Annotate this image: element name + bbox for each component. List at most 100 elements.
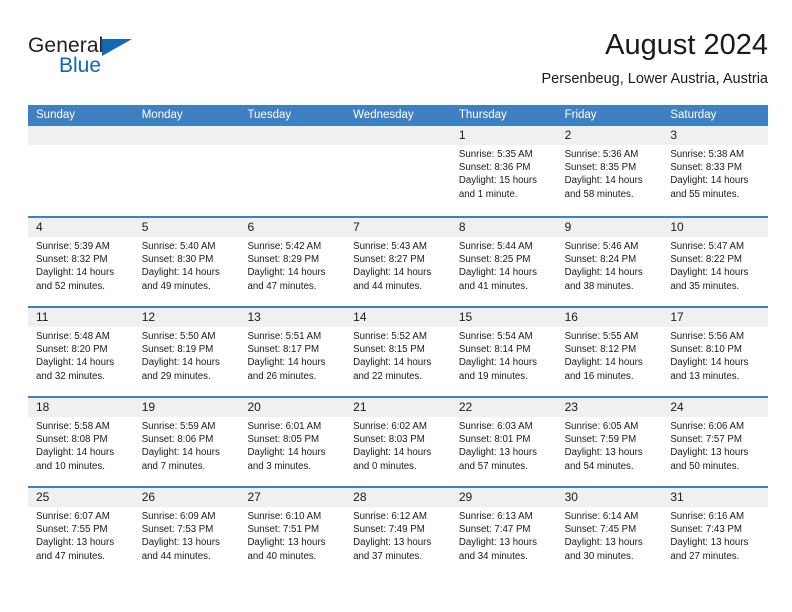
daylight-duration: Daylight: 14 hours and 22 minutes.	[353, 357, 432, 382]
calendar-day-cell[interactable]: 17 Sunrise: 5:56 AM Sunset: 8:10 PM Dayligh…	[662, 308, 769, 396]
day-sun-info: Sunrise: 5:40 AM Sunset: 8:30 PM Daylight:…	[134, 237, 240, 293]
day-sun-info: Sunrise: 5:48 AM Sunset: 8:20 PM Daylight:…	[28, 327, 134, 383]
sunrise-time: Sunrise: 6:10 AM	[247, 511, 322, 522]
calendar-day-cell[interactable]: 16 Sunrise: 5:55 AM Sunset: 8:12 PM Dayligh…	[556, 308, 663, 396]
day-number: 10	[662, 218, 769, 237]
daylight-duration: Daylight: 13 hours and 44 minutes.	[141, 537, 220, 562]
day-number: 2	[556, 126, 663, 145]
day-sun-info: Sunrise: 5:36 AM Sunset: 8:35 PM Daylight:…	[557, 145, 663, 201]
daylight-duration: Daylight: 15 hours and 1 minute.	[458, 175, 537, 200]
daylight-duration: Daylight: 14 hours and 32 minutes.	[36, 357, 115, 382]
sunset-time: Sunset: 8:35 PM	[564, 162, 637, 174]
day-sun-info: Sunrise: 5:44 AM Sunset: 8:25 PM Daylight:…	[451, 237, 557, 293]
sunset-time: Sunset: 8:29 PM	[247, 254, 320, 266]
day-sun-info: Sunrise: 5:54 AM Sunset: 8:14 PM Daylight:…	[451, 327, 557, 383]
sunset-time: Sunset: 8:01 PM	[458, 434, 531, 446]
sunrise-time: Sunrise: 6:01 AM	[247, 421, 322, 432]
day-number: 16	[556, 308, 663, 327]
daylight-duration: Daylight: 13 hours and 30 minutes.	[564, 537, 643, 562]
calendar-day-cell[interactable]: 2 Sunrise: 5:36 AM Sunset: 8:35 PM Daylight…	[556, 126, 663, 216]
sunset-time: Sunset: 7:51 PM	[247, 524, 320, 536]
sunset-time: Sunset: 8:19 PM	[141, 344, 214, 356]
daylight-duration: Daylight: 14 hours and 55 minutes.	[670, 175, 749, 200]
calendar-day-cell[interactable]: 21 Sunrise: 6:02 AM Sunset: 8:03 PM Dayligh…	[345, 398, 451, 486]
daylight-duration: Daylight: 14 hours and 47 minutes.	[247, 267, 326, 292]
calendar-day-cell[interactable]: 25 Sunrise: 6:07 AM Sunset: 7:55 PM Dayligh…	[28, 488, 134, 576]
day-sun-info: Sunrise: 5:59 AM Sunset: 8:06 PM Daylight:…	[134, 417, 240, 473]
weekday-header-thursday: Thursday	[458, 109, 507, 121]
day-number: 28	[345, 488, 451, 507]
daylight-duration: Daylight: 13 hours and 57 minutes.	[458, 447, 537, 472]
sunset-time: Sunset: 8:06 PM	[141, 434, 214, 446]
day-number: 25	[28, 488, 134, 507]
calendar-day-cell[interactable]: 31 Sunrise: 6:16 AM Sunset: 7:43 PM Dayligh…	[662, 488, 769, 576]
calendar-day-cell[interactable]: 18 Sunrise: 5:58 AM Sunset: 8:08 PM Dayligh…	[28, 398, 134, 486]
day-sun-info: Sunrise: 6:13 AM Sunset: 7:47 PM Daylight:…	[451, 507, 557, 563]
calendar-day-cell[interactable]: 14 Sunrise: 5:52 AM Sunset: 8:15 PM Dayligh…	[345, 308, 451, 396]
calendar-day-cell[interactable]: 20 Sunrise: 6:01 AM Sunset: 8:05 PM Dayligh…	[239, 398, 346, 486]
sunset-time: Sunset: 7:45 PM	[564, 524, 637, 536]
calendar-day-cell[interactable]: 28 Sunrise: 6:12 AM Sunset: 7:49 PM Dayligh…	[345, 488, 451, 576]
day-sun-info: Sunrise: 6:05 AM Sunset: 7:59 PM Daylight:…	[557, 417, 663, 473]
sunset-time: Sunset: 7:55 PM	[36, 524, 108, 536]
sunset-time: Sunset: 8:05 PM	[247, 434, 320, 446]
day-number: 22	[450, 398, 557, 417]
daylight-duration: Daylight: 14 hours and 0 minutes.	[353, 447, 432, 472]
calendar-day-cell[interactable]: 5 Sunrise: 5:40 AM Sunset: 8:30 PM Daylight…	[133, 218, 240, 306]
sunrise-time: Sunrise: 5:35 AM	[458, 149, 533, 160]
calendar-day-cell[interactable]: 24 Sunrise: 6:06 AM Sunset: 7:57 PM Dayligh…	[662, 398, 769, 486]
daylight-duration: Daylight: 14 hours and 58 minutes.	[564, 175, 643, 200]
sunrise-time: Sunrise: 5:47 AM	[670, 241, 745, 252]
day-sun-info: Sunrise: 6:09 AM Sunset: 7:53 PM Daylight:…	[134, 507, 240, 563]
calendar-day-cell[interactable]: 27 Sunrise: 6:10 AM Sunset: 7:51 PM Dayligh…	[239, 488, 346, 576]
calendar-day-cell[interactable]: 29 Sunrise: 6:13 AM Sunset: 7:47 PM Dayligh…	[450, 488, 557, 576]
calendar-day-cell[interactable]: 19 Sunrise: 5:59 AM Sunset: 8:06 PM Dayligh…	[133, 398, 240, 486]
calendar-day-cell[interactable]: 8 Sunrise: 5:44 AM Sunset: 8:25 PM Daylight…	[450, 218, 557, 306]
sunset-time: Sunset: 8:14 PM	[458, 344, 531, 356]
sunrise-time: Sunrise: 5:48 AM	[36, 331, 110, 342]
day-sun-info: Sunrise: 6:10 AM Sunset: 7:51 PM Daylight:…	[239, 507, 345, 563]
calendar-day-cell[interactable]: 4 Sunrise: 5:39 AM Sunset: 8:32 PM Daylight…	[28, 218, 134, 306]
daylight-duration: Daylight: 13 hours and 27 minutes.	[670, 537, 749, 562]
calendar-day-cell[interactable]: 15 Sunrise: 5:54 AM Sunset: 8:14 PM Dayligh…	[450, 308, 557, 396]
day-sun-info: Sunrise: 5:50 AM Sunset: 8:19 PM Daylight:…	[134, 327, 240, 383]
sunrise-time: Sunrise: 5:59 AM	[141, 421, 216, 432]
calendar-day-cell[interactable]: 1 Sunrise: 5:35 AM Sunset: 8:36 PM Daylight…	[450, 126, 557, 216]
daylight-duration: Daylight: 14 hours and 29 minutes.	[141, 357, 220, 382]
page-title: August 2024	[605, 29, 768, 61]
day-number	[345, 126, 451, 145]
day-sun-info: Sunrise: 5:39 AM Sunset: 8:32 PM Daylight:…	[28, 237, 134, 293]
calendar-day-cell[interactable]: 26 Sunrise: 6:09 AM Sunset: 7:53 PM Dayligh…	[133, 488, 240, 576]
calendar-day-cell[interactable]: 22 Sunrise: 6:03 AM Sunset: 8:01 PM Dayligh…	[450, 398, 557, 486]
calendar-day-cell[interactable]: 30 Sunrise: 6:14 AM Sunset: 7:45 PM Dayligh…	[556, 488, 663, 576]
calendar-day-cell[interactable]: 7 Sunrise: 5:43 AM Sunset: 8:27 PM Daylight…	[345, 218, 451, 306]
weekday-header-wednesday: Wednesday	[353, 109, 414, 121]
calendar-body: 1 Sunrise: 5:35 AM Sunset: 8:36 PM Daylight…	[28, 126, 769, 576]
day-number: 23	[556, 398, 663, 417]
day-sun-info: Sunrise: 6:07 AM Sunset: 7:55 PM Daylight:…	[28, 507, 134, 563]
day-number	[133, 126, 240, 145]
day-sun-info: Sunrise: 5:51 AM Sunset: 8:17 PM Daylight:…	[239, 327, 345, 383]
sunrise-time: Sunrise: 5:38 AM	[670, 149, 745, 160]
daylight-duration: Daylight: 14 hours and 38 minutes.	[564, 267, 643, 292]
day-number: 13	[239, 308, 346, 327]
calendar-day-cell[interactable]: 11 Sunrise: 5:48 AM Sunset: 8:20 PM Dayligh…	[28, 308, 134, 396]
day-sun-info: Sunrise: 5:46 AM Sunset: 8:24 PM Daylight:…	[557, 237, 663, 293]
weekday-header-saturday: Saturday	[670, 109, 717, 121]
calendar-day-cell[interactable]: 6 Sunrise: 5:42 AM Sunset: 8:29 PM Daylight…	[239, 218, 346, 306]
daylight-duration: Daylight: 13 hours and 50 minutes.	[670, 447, 749, 472]
calendar-day-cell[interactable]: 13 Sunrise: 5:51 AM Sunset: 8:17 PM Dayligh…	[239, 308, 346, 396]
day-sun-info: Sunrise: 5:55 AM Sunset: 8:12 PM Daylight:…	[557, 327, 663, 383]
calendar-day-cell[interactable]: 3 Sunrise: 5:38 AM Sunset: 8:33 PM Daylight…	[662, 126, 769, 216]
calendar-week-row: 1 Sunrise: 5:35 AM Sunset: 8:36 PM Daylight…	[28, 126, 769, 216]
calendar-day-cell[interactable]: 12 Sunrise: 5:50 AM Sunset: 8:19 PM Dayligh…	[133, 308, 240, 396]
daylight-duration: Daylight: 14 hours and 16 minutes.	[564, 357, 643, 382]
calendar-day-cell[interactable]: 23 Sunrise: 6:05 AM Sunset: 7:59 PM Dayligh…	[556, 398, 663, 486]
calendar-day-cell[interactable]: 9 Sunrise: 5:46 AM Sunset: 8:24 PM Daylight…	[556, 218, 663, 306]
day-number	[239, 126, 346, 145]
calendar-day-cell[interactable]: 10 Sunrise: 5:47 AM Sunset: 8:22 PM Dayligh…	[662, 218, 769, 306]
calendar-day-cell-empty	[345, 126, 451, 216]
general-blue-logo[interactable]: General Blue	[28, 34, 178, 90]
day-number	[28, 126, 134, 145]
daylight-duration: Daylight: 13 hours and 37 minutes.	[353, 537, 432, 562]
